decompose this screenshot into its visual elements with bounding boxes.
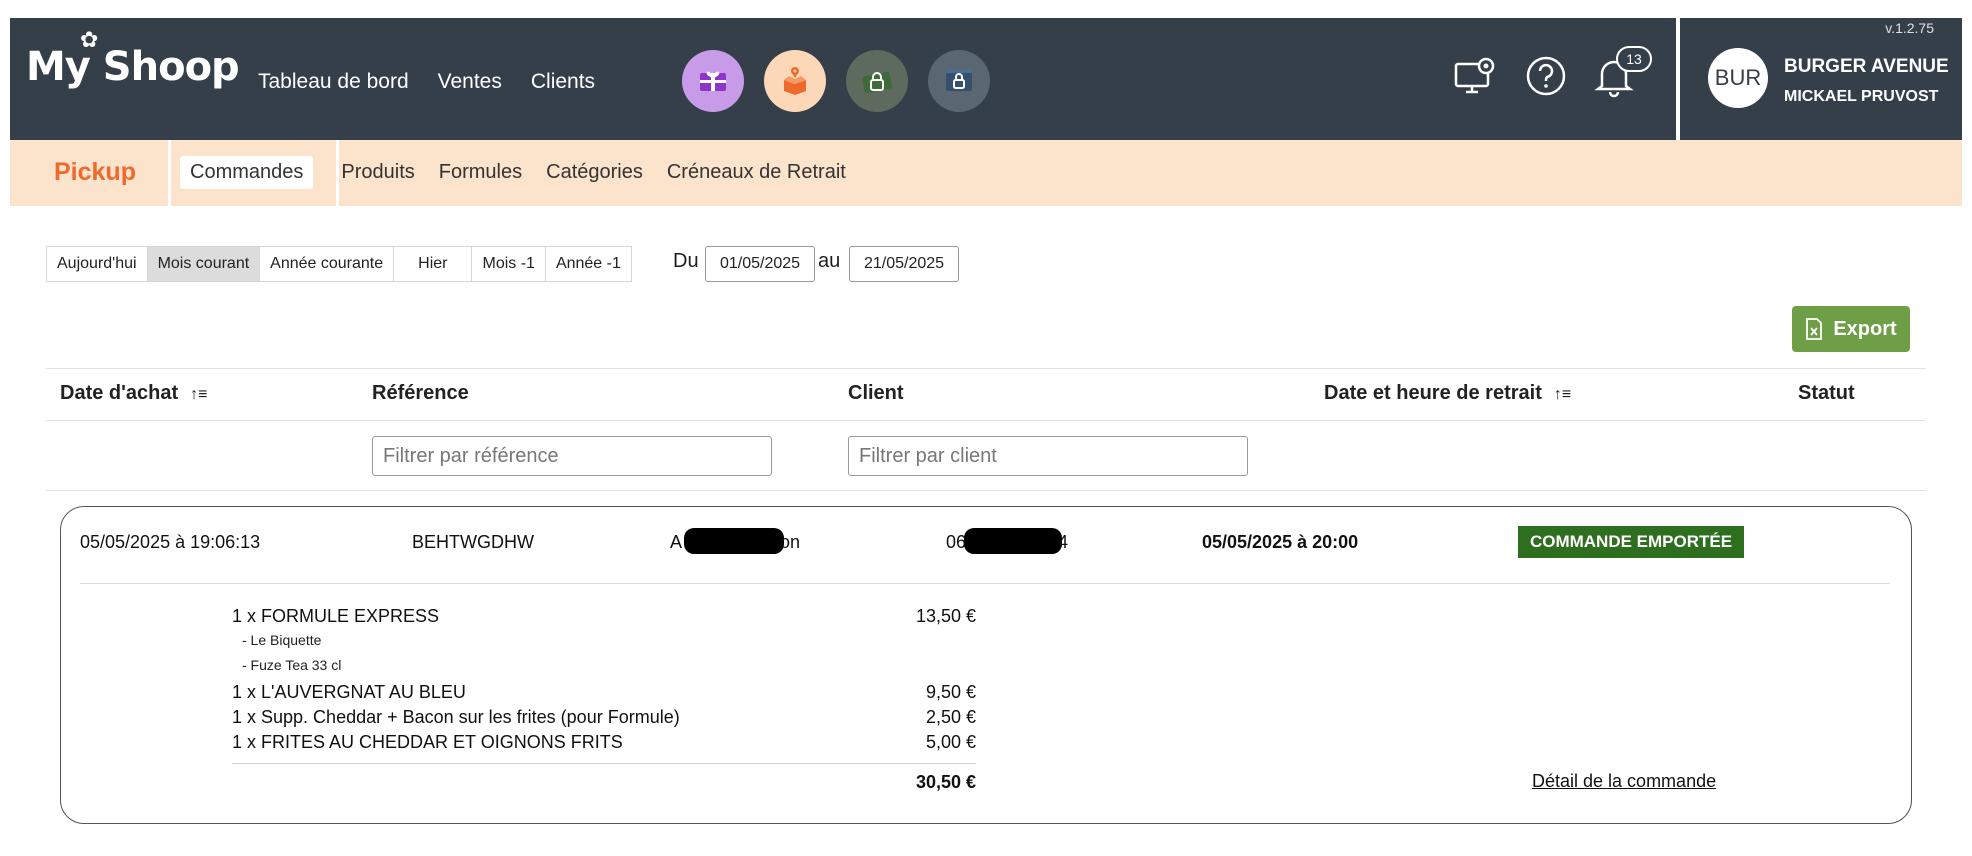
period-last-month[interactable]: Mois -1 [472,247,546,281]
tab-orders[interactable]: Commandes [180,156,314,189]
period-today[interactable]: Aujourd'hui [47,247,148,281]
locked-cash-icon[interactable] [846,50,908,112]
order-purchase-date: 05/05/2025 à 19:06:13 [80,532,261,552]
locked-screen-icon[interactable] [928,50,990,112]
subnav-divider [168,140,171,206]
period-yesterday[interactable]: Hier [394,247,473,281]
nav-clients[interactable]: Clients [531,70,595,94]
period-last-year[interactable]: Année -1 [546,247,631,281]
tab-pickup-slots[interactable]: Créneaux de Retrait [657,156,856,189]
order-item-price: 9,50 € [925,682,976,702]
order-item-price: 13,50 € [915,606,976,626]
store-name: BURGER AVENUE [1784,56,1949,77]
export-label: Export [1833,317,1897,340]
to-label: au [818,250,841,272]
sort-icon[interactable]: ↑≡ [1554,386,1571,403]
status-badge: COMMANDE EMPORTÉE [1518,526,1744,558]
table-divider [46,368,1926,369]
filter-reference-input[interactable] [372,436,772,476]
nav-dashboard[interactable]: Tableau de bord [258,70,409,94]
order-client-start: A [670,532,683,552]
from-label: Du [673,250,699,272]
export-button[interactable]: Export [1792,306,1910,352]
col-reference: Référence [372,382,469,404]
order-client-end: on [780,532,801,552]
order-item-option: - Fuze Tea 33 cl [242,657,342,673]
period-current-year[interactable]: Année courante [260,247,395,281]
help-icon[interactable] [1522,52,1570,100]
sort-icon[interactable]: ↑≡ [190,386,207,403]
top-header: ✿ My Shoop Tableau de bord Ventes Client… [10,18,1962,140]
date-from-input[interactable] [705,246,815,282]
nav-sales[interactable]: Ventes [438,70,502,94]
order-reference: BEHTWGDHW [412,532,534,552]
order-total: 30,50 € [915,772,976,792]
filter-client-input[interactable] [848,436,1248,476]
excel-file-icon [1806,318,1823,340]
order-item-price: 2,50 € [925,707,976,727]
header-divider [1676,18,1680,140]
sub-nav: Pickup Commandes Produits Formules Catég… [10,140,1962,206]
col-purchase-date[interactable]: Date d'achat ↑≡ [60,382,207,405]
redacted-client-name [684,528,784,554]
tab-categories[interactable]: Catégories [536,156,653,189]
date-to-input[interactable] [849,246,959,282]
app-version: v.1.2.75 [1885,20,1934,36]
order-item: 1 x FORMULE EXPRESS [232,606,440,626]
table-divider [46,490,1926,491]
order-item-price: 5,00 € [925,732,976,752]
table-divider [46,420,1926,421]
order-detail-link[interactable]: Détail de la commande [1532,771,1716,792]
order-item-option: - Le Biquette [242,632,322,648]
col-status: Statut [1798,382,1855,404]
total-divider [232,763,976,764]
order-item: 1 x Supp. Cheddar + Bacon sur les frites… [232,707,680,727]
tab-formulas[interactable]: Formules [429,156,532,189]
user-info[interactable]: BURGER AVENUE MICKAEL PRUVOST [1784,52,1949,112]
period-current-month[interactable]: Mois courant [147,247,261,281]
monitor-settings-icon[interactable] [1452,52,1500,100]
order-item: 1 x L'AUVERGNAT AU BLEU [232,682,466,702]
delivery-box-icon[interactable] [764,50,826,112]
tab-products[interactable]: Produits [331,156,424,189]
order-phone-end: 4 [1058,532,1069,552]
gift-card-icon[interactable] [682,50,744,112]
col-client: Client [848,382,904,404]
avatar[interactable]: BUR [1708,48,1768,108]
module-title[interactable]: Pickup [54,158,136,187]
card-divider [80,583,1890,584]
redacted-phone [964,528,1062,554]
gift-bow-icon: ✿ [80,28,98,53]
order-pickup-datetime: 05/05/2025 à 20:00 [1202,532,1359,552]
order-item: 1 x FRITES AU CHEDDAR ET OIGNONS FRITS [232,732,623,752]
col-pickup-datetime[interactable]: Date et heure de retrait ↑≡ [1324,382,1571,405]
period-selector: Aujourd'hui Mois courant Année courante … [46,246,632,282]
logo[interactable]: ✿ My Shoop [26,28,240,90]
user-name: MICKAEL PRUVOST [1784,88,1939,105]
main-nav: Tableau de bord Ventes Clients [258,70,595,94]
notification-badge[interactable]: 13 [1616,46,1652,72]
